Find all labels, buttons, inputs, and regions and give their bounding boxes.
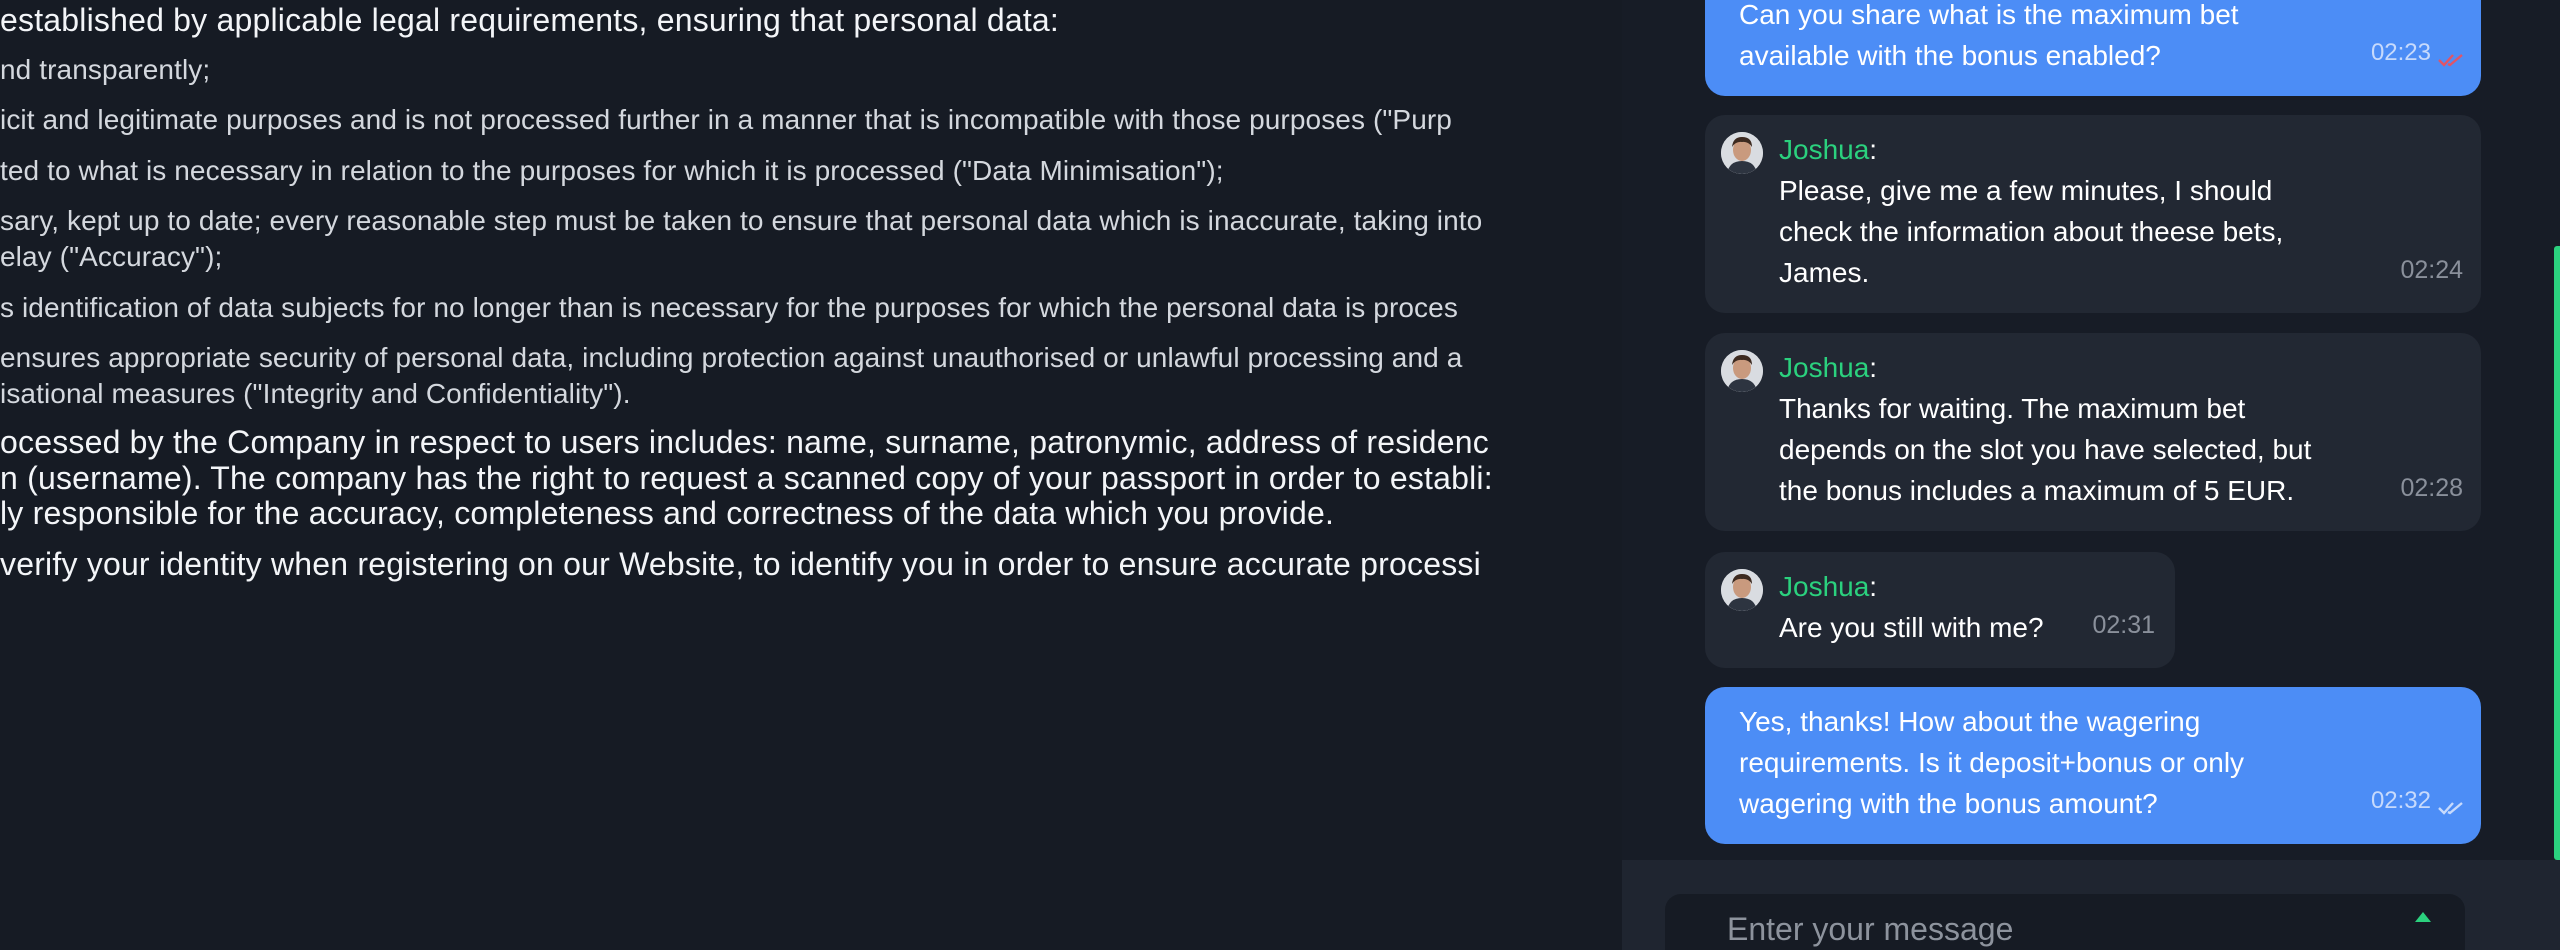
chat-panel: Can you share what is the maximum bet av…: [1622, 0, 2560, 950]
message-input-box[interactable]: [1665, 894, 2465, 950]
message-time: 02:24: [2400, 256, 2463, 284]
chat-scrollbar-thumb[interactable]: [2554, 246, 2560, 860]
message-input[interactable]: [1725, 908, 2369, 950]
send-icon[interactable]: [2415, 912, 2431, 922]
message-composer: [1622, 860, 2560, 950]
doc-line: icit and legitimate purposes and is not …: [0, 104, 1452, 135]
terms-document: established by applicable legal requirem…: [0, 0, 1620, 950]
agent-message: Joshua: Are you still with me? 02:31: [1705, 552, 2175, 668]
message-text: Please, give me a few minutes, I should …: [1779, 175, 2284, 288]
doc-line: established by applicable legal requirem…: [0, 2, 1060, 38]
doc-line: ly responsible for the accuracy, complet…: [0, 495, 1335, 531]
doc-line: verify your identity when registering on…: [0, 546, 1481, 582]
message-text: Can you share what is the maximum bet av…: [1739, 0, 2239, 71]
agent-message: Joshua: Please, give me a few minutes, I…: [1705, 115, 2481, 313]
author-name: Joshua: [1779, 352, 1870, 383]
author-name: Joshua: [1779, 571, 1870, 602]
agent-avatar: [1721, 350, 1763, 392]
message-time: 02:32: [2370, 787, 2431, 814]
agent-avatar: [1721, 569, 1763, 611]
doc-line: ocessed by the Company in respect to use…: [0, 424, 1489, 460]
doc-line: ensures appropriate security of personal…: [0, 342, 1463, 373]
message-text: Yes, thanks! How about the wagering requ…: [1739, 706, 2245, 819]
double-check-icon: [2438, 802, 2463, 815]
double-check-icon: [2438, 54, 2463, 67]
user-message: Yes, thanks! How about the wagering requ…: [1705, 687, 2481, 844]
user-message: Can you share what is the maximum bet av…: [1705, 0, 2481, 96]
doc-line: sary, kept up to date; every reasonable …: [0, 205, 1483, 236]
author-name: Joshua: [1779, 134, 1870, 165]
doc-line: elay ("Accuracy");: [0, 241, 223, 272]
doc-line: n (username). The company has the right …: [0, 460, 1493, 496]
message-time: 02:31: [2092, 611, 2155, 639]
agent-message: Joshua: Thanks for waiting. The maximum …: [1705, 333, 2481, 531]
message-text: Thanks for waiting. The maximum bet depe…: [1779, 393, 2312, 506]
chat-scrollbar[interactable]: [2552, 0, 2560, 860]
page: established by applicable legal requirem…: [0, 0, 2560, 950]
agent-avatar: [1721, 132, 1763, 174]
doc-line: ted to what is necessary in relation to …: [0, 155, 1224, 186]
message-time: 02:28: [2400, 474, 2463, 502]
doc-line: nd transparently;: [0, 54, 211, 85]
doc-line: s identification of data subjects for no…: [0, 292, 1458, 323]
doc-line: isational measures ("Integrity and Confi…: [0, 378, 631, 409]
message-time: 02:23: [2370, 39, 2431, 66]
